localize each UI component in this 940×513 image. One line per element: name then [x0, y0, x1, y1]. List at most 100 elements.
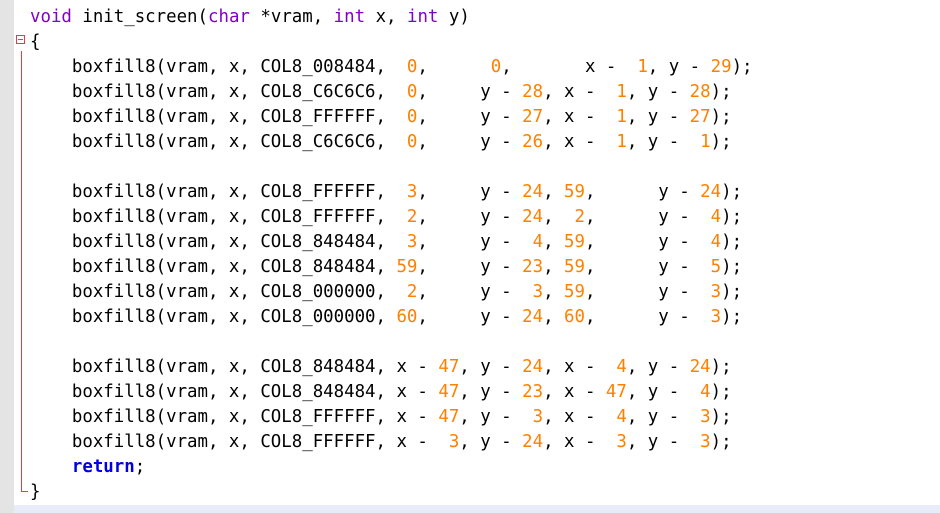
number-token: 0 — [406, 132, 418, 152]
code-text: , x - — [543, 107, 617, 127]
number-token: 3 — [448, 432, 460, 452]
code-text: , y - — [584, 307, 711, 327]
code-text: , — [543, 307, 565, 327]
keyword-token: int — [333, 7, 366, 27]
number-token: 23 — [522, 382, 544, 402]
number-token: 47 — [438, 382, 460, 402]
code-line: boxfill8(vram, x, COL8_FFFFFF, 2, y - 24… — [30, 205, 753, 230]
code-line: boxfill8(vram, x, COL8_C6C6C6, 0, y - 26… — [30, 130, 753, 155]
code-line: boxfill8(vram, x, COL8_008484, 0, 0, x -… — [30, 55, 753, 80]
number-token: 1 — [616, 132, 627, 152]
number-token: 59 — [564, 257, 585, 277]
code-text: , — [543, 182, 565, 202]
number-token: 47 — [605, 382, 627, 402]
code-line: boxfill8(vram, x, COL8_848484, 3, y - 4,… — [30, 230, 753, 255]
code-text: , y - — [647, 57, 711, 77]
number-token: 28 — [522, 82, 544, 102]
number-token: 5 — [710, 257, 722, 277]
number-token: 59 — [564, 232, 585, 252]
fold-collapse-minus-icon[interactable] — [16, 35, 25, 44]
code-text: , x - — [543, 407, 617, 427]
number-token: 26 — [522, 132, 544, 152]
number-token: 0 — [406, 82, 418, 102]
number-token: 28 — [689, 82, 711, 102]
code-line: boxfill8(vram, x, COL8_FFFFFF, 3, y - 24… — [30, 180, 753, 205]
number-token: 27 — [689, 107, 711, 127]
code-text: , y - — [459, 432, 523, 452]
code-line: } — [30, 480, 753, 505]
code-text: , y - — [417, 82, 523, 102]
number-token: 24 — [522, 357, 544, 377]
number-token: 1 — [637, 57, 648, 77]
number-token: 3 — [710, 282, 722, 302]
number-token: 3 — [532, 407, 544, 427]
code-text: ); — [721, 307, 743, 327]
code-text: ); — [710, 107, 732, 127]
number-token: 59 — [564, 182, 585, 202]
code-text: boxfill8(vram, x, COL8_C6C6C6, — [30, 82, 407, 102]
code-line: void init_screen(char *vram, int x, int … — [30, 5, 753, 30]
code-text: ); — [710, 432, 732, 452]
number-token: 1 — [700, 132, 711, 152]
code-text: ); — [731, 57, 753, 77]
code-text: , y - — [417, 132, 523, 152]
number-token: 4 — [710, 232, 722, 252]
number-token: 24 — [522, 182, 544, 202]
number-token: 3 — [710, 307, 722, 327]
number-token: 0 — [490, 57, 502, 77]
number-token: 60 — [396, 307, 418, 327]
number-token: 24 — [522, 307, 544, 327]
fold-range-line — [21, 51, 22, 492]
code-text: boxfill8(vram, x, COL8_848484, x - — [30, 357, 439, 377]
number-token: 3 — [406, 182, 418, 202]
number-token: 24 — [700, 182, 722, 202]
number-token: 4 — [616, 407, 627, 427]
number-token: 0 — [406, 57, 418, 77]
code-text: x, — [365, 7, 407, 27]
code-text: ); — [710, 382, 732, 402]
number-token: 4 — [700, 382, 711, 402]
code-line: boxfill8(vram, x, COL8_FFFFFF, x - 3, y … — [30, 430, 753, 455]
keyword-token: char — [208, 7, 250, 27]
code-text: boxfill8(vram, x, COL8_008484, — [30, 57, 407, 77]
code-line: return; — [30, 455, 753, 480]
code-text: , y - — [584, 182, 701, 202]
keyword-token: int — [406, 7, 439, 27]
code-text: , y - — [626, 82, 690, 102]
code-text: ); — [710, 82, 732, 102]
code-line: boxfill8(vram, x, COL8_000000, 60, y - 2… — [30, 305, 753, 330]
number-token: 3 — [532, 282, 544, 302]
code-text: , — [543, 257, 565, 277]
editor-gutter — [0, 0, 14, 513]
code-text: boxfill8(vram, x, COL8_000000, — [30, 307, 397, 327]
current-line-highlight — [14, 505, 940, 513]
code-text: , x - — [501, 57, 638, 77]
code-text: , — [543, 232, 565, 252]
code-text: , y - — [417, 307, 523, 327]
number-token: 59 — [564, 282, 585, 302]
code-text: boxfill8(vram, x, COL8_848484, x - — [30, 382, 439, 402]
code-text: , y - — [417, 232, 533, 252]
code-editor[interactable]: void init_screen(char *vram, int x, int … — [30, 5, 753, 505]
code-text: boxfill8(vram, x, COL8_C6C6C6, — [30, 132, 407, 152]
code-text: , x - — [543, 357, 617, 377]
code-text: boxfill8(vram, x, COL8_FFFFFF, — [30, 207, 407, 227]
code-text: boxfill8(vram, x, COL8_848484, — [30, 232, 407, 252]
code-text: , x - — [543, 82, 617, 102]
number-token: 4 — [710, 207, 722, 227]
keyword-token: void — [30, 7, 72, 27]
code-text: , y - — [417, 207, 523, 227]
code-text: ); — [721, 257, 743, 277]
number-token: 47 — [438, 357, 460, 377]
code-text: , y - — [584, 282, 711, 302]
code-text: y) — [438, 7, 470, 27]
code-text: init_screen( — [71, 7, 209, 27]
code-text: , y - — [626, 407, 701, 427]
code-text: ; — [134, 457, 146, 477]
number-token: 2 — [406, 207, 418, 227]
code-line: boxfill8(vram, x, COL8_848484, x - 47, y… — [30, 380, 753, 405]
number-token: 2 — [406, 282, 418, 302]
code-text: , y - — [417, 257, 523, 277]
